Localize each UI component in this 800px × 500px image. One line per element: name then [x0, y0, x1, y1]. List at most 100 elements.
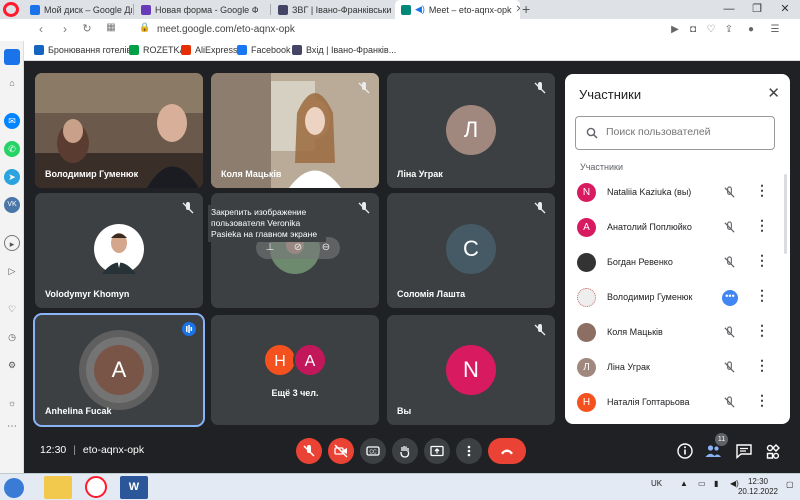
- more-icon[interactable]: ⋯: [4, 419, 20, 435]
- participant-row[interactable]: N Nataliia Kaziuka (вы) ⋮: [565, 175, 790, 210]
- more-options-icon[interactable]: ⋮: [755, 323, 769, 337]
- bookmark-rozetka[interactable]: ROZETKA: [129, 45, 186, 55]
- workspace-icon[interactable]: ⌂: [4, 75, 20, 91]
- url-field[interactable]: meet.google.com/eto-aqnx-opk: [157, 24, 295, 35]
- speed-dial-icon[interactable]: ▦: [104, 22, 118, 33]
- tab-meet[interactable]: ◀) Meet – eto-aqnx-opk ✕: [395, 0, 520, 19]
- tile-self[interactable]: N Вы: [387, 315, 555, 425]
- notifications-icon[interactable]: ▢: [786, 480, 794, 489]
- drive-favicon-icon: [30, 4, 40, 15]
- tile-lina-uhrak[interactable]: Л Ліна Уграк: [387, 73, 555, 188]
- battery-icon[interactable]: ▮: [714, 479, 718, 488]
- captions-button[interactable]: CC: [360, 438, 386, 464]
- tips-icon[interactable]: ☼: [4, 395, 20, 411]
- tile-volodymyr-humeniuk[interactable]: Володимир Гуменюк: [35, 73, 203, 188]
- mic-off-icon[interactable]: [723, 221, 736, 234]
- file-explorer-icon[interactable]: [44, 476, 72, 499]
- tab-title: ЗВГ | Івано-Франківський: [292, 4, 392, 15]
- bookmark-login[interactable]: Вхід | Івано-Франків...: [292, 45, 396, 55]
- snapshot-icon[interactable]: ◘: [686, 23, 700, 37]
- opera-logo-icon[interactable]: [3, 2, 19, 17]
- network-icon[interactable]: ▭: [698, 479, 706, 488]
- telegram-icon[interactable]: ➤: [4, 169, 20, 185]
- mic-off-icon[interactable]: [723, 326, 736, 339]
- messenger-icon[interactable]: ✉: [4, 113, 20, 129]
- crest-favicon-icon: [278, 4, 288, 15]
- more-options-icon[interactable]: ⋮: [755, 253, 769, 267]
- search-input[interactable]: [606, 126, 766, 138]
- profile-icon[interactable]: ●: [744, 23, 758, 37]
- mic-off-icon[interactable]: [723, 186, 736, 199]
- heart-icon[interactable]: ♡: [4, 301, 20, 317]
- vk-icon[interactable]: VK: [4, 197, 20, 213]
- settings-icon[interactable]: ⚙: [4, 357, 20, 373]
- history-icon[interactable]: ◷: [4, 329, 20, 345]
- remove-icon[interactable]: ⊖: [319, 241, 333, 255]
- present-screen-button[interactable]: [424, 438, 450, 464]
- more-options-icon[interactable]: ⋮: [755, 218, 769, 232]
- mic-off-icon[interactable]: [723, 256, 736, 269]
- microphone-toggle-button[interactable]: [296, 438, 322, 464]
- participant-row[interactable]: Богдан Ревенко ⋮: [565, 245, 790, 280]
- camera-indicator-icon[interactable]: ▶: [668, 23, 682, 37]
- new-tab-button[interactable]: +: [522, 1, 530, 17]
- participant-row[interactable]: Н Наталія Гоптарьова ⋮: [565, 385, 790, 420]
- more-options-button[interactable]: [456, 438, 482, 464]
- send-icon[interactable]: ▷: [4, 263, 20, 279]
- mic-off-icon[interactable]: [723, 396, 736, 409]
- more-options-icon[interactable]: ⋮: [755, 358, 769, 372]
- whatsapp-icon[interactable]: ✆: [4, 141, 20, 157]
- reload-icon[interactable]: ↻: [80, 22, 94, 35]
- leave-call-button[interactable]: [488, 438, 526, 464]
- bookmark-facebook[interactable]: Facebook: [237, 45, 291, 55]
- activities-icon[interactable]: [764, 442, 782, 460]
- more-options-icon[interactable]: ⋮: [755, 183, 769, 197]
- tile-anhelina-fucak[interactable]: A Anhelina Fucak: [33, 313, 205, 427]
- tray-arrow-icon[interactable]: ▲: [680, 479, 688, 488]
- participant-row[interactable]: Володимир Гуменюк ••• ⋮: [565, 280, 790, 315]
- mic-off-icon: [358, 202, 370, 214]
- participant-row[interactable]: Л Ліна Уграк ⋮: [565, 350, 790, 385]
- more-options-icon[interactable]: ⋮: [755, 288, 769, 302]
- opera-taskbar-icon[interactable]: [85, 476, 107, 498]
- forward-icon[interactable]: ›: [58, 22, 72, 36]
- mute-participant-icon[interactable]: ⊘: [291, 241, 305, 255]
- system-clock[interactable]: 12:30 20.12.2022: [738, 477, 778, 497]
- lock-icon[interactable]: 🔒: [138, 22, 152, 33]
- participant-search[interactable]: [575, 116, 775, 150]
- close-tab-icon[interactable]: ✕: [515, 4, 520, 15]
- start-button[interactable]: [4, 478, 24, 498]
- home-icon[interactable]: [4, 49, 20, 65]
- pin-icon[interactable]: ⊥: [263, 241, 277, 255]
- easy-setup-icon[interactable]: ☰: [768, 23, 782, 37]
- tab-google-drive[interactable]: Мой диск – Google Диск: [24, 0, 132, 19]
- chat-icon[interactable]: [735, 442, 753, 460]
- mic-off-icon[interactable]: [723, 361, 736, 374]
- bookmark-hotels[interactable]: Бронювання готелів: [34, 45, 131, 55]
- heart-icon[interactable]: ♡: [704, 23, 718, 37]
- clock-time: 12:30: [747, 477, 768, 486]
- close-window-button[interactable]: ✕: [772, 0, 798, 19]
- tile-solomiia-lashta[interactable]: С Соломія Лашта: [387, 193, 555, 308]
- bookmark-aliexpress[interactable]: AliExpress: [181, 45, 238, 55]
- meeting-details-icon[interactable]: [676, 442, 694, 460]
- language-indicator[interactable]: UK: [651, 479, 662, 488]
- maximize-button[interactable]: ❐: [744, 0, 770, 19]
- participant-row[interactable]: Коля Мацьків ⋮: [565, 315, 790, 350]
- word-taskbar-icon[interactable]: W: [120, 476, 148, 499]
- tab-zvg[interactable]: ЗВГ | Івано-Франківський: [272, 0, 392, 19]
- panel-scrollbar[interactable]: [784, 174, 787, 254]
- tile-more-participants[interactable]: H A Ещё 3 чел.: [211, 315, 379, 425]
- camera-toggle-button[interactable]: [328, 438, 354, 464]
- minimize-button[interactable]: —: [716, 0, 742, 19]
- participant-row[interactable]: А Анатолий Поплюйко ⋮: [565, 210, 790, 245]
- tile-kolia-matskiv[interactable]: Коля Мацьків: [211, 73, 379, 188]
- tile-volodymyr-khomyn[interactable]: Volodymyr Khomyn: [35, 193, 203, 308]
- tab-google-forms[interactable]: Новая форма - Google Ф: [135, 0, 269, 19]
- close-panel-icon[interactable]: ✕: [767, 84, 780, 102]
- raise-hand-button[interactable]: [392, 438, 418, 464]
- more-options-icon[interactable]: ⋮: [755, 393, 769, 407]
- back-icon[interactable]: ‹: [34, 22, 48, 36]
- player-icon[interactable]: ▸: [4, 235, 20, 251]
- share-icon[interactable]: ⇪: [722, 23, 736, 37]
